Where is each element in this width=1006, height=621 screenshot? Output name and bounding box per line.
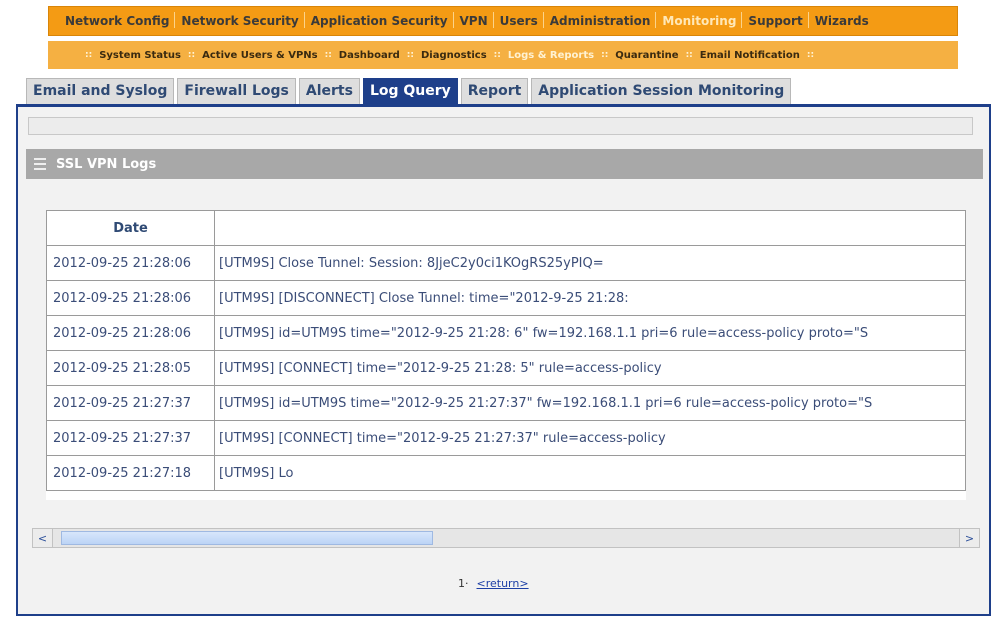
log-message-text: [UTM9S] Lo bbox=[219, 465, 294, 481]
separator-icon: :: bbox=[685, 50, 693, 60]
top-nav-users[interactable]: Users bbox=[492, 12, 544, 28]
table-row: 2012-09-25 21:28:05 [UTM9S] [CONNECT] tim… bbox=[46, 350, 966, 386]
log-message-cell: [UTM9S] id=UTM9S time="2012-9-25 21:27:3… bbox=[214, 385, 966, 421]
top-nav-administration[interactable]: Administration bbox=[542, 12, 657, 28]
scroll-left-icon[interactable]: < bbox=[33, 529, 53, 547]
log-message-text: [UTM9S] [CONNECT] time="2012-9-25 21:28:… bbox=[219, 360, 662, 376]
section-header: SSL VPN Logs bbox=[26, 149, 983, 179]
log-message-text: [UTM9S] Close Tunnel: Session: 8JjeC2y0c… bbox=[219, 255, 604, 271]
sub-nav-dashboard[interactable]: Dashboard bbox=[339, 50, 400, 61]
log-message-cell: [UTM9S] [CONNECT] time="2012-9-25 21:28:… bbox=[214, 350, 966, 386]
pager: 1· <return> bbox=[458, 577, 529, 590]
sub-nav-active-users-vpns[interactable]: Active Users & VPNs bbox=[202, 50, 317, 61]
log-table: Date 2012-09-25 21:28:06 [UTM9S] Close Tu… bbox=[46, 210, 966, 491]
tab-log-query[interactable]: Log Query bbox=[362, 78, 458, 104]
log-table-container: Date 2012-09-25 21:28:06 [UTM9S] Close Tu… bbox=[46, 210, 966, 500]
tab-email-and-syslog[interactable]: Email and Syslog bbox=[26, 78, 175, 104]
page-number: 1· bbox=[458, 577, 469, 590]
log-message-cell: [UTM9S] id=UTM9S time="2012-9-25 21:28: … bbox=[214, 315, 966, 351]
sub-nav-system-status[interactable]: System Status bbox=[99, 50, 181, 61]
horizontal-scrollbar[interactable]: < > bbox=[32, 528, 980, 548]
top-nav-wizards[interactable]: Wizards bbox=[807, 12, 875, 28]
top-nav: Network Config Network Security Applicatio… bbox=[48, 6, 958, 36]
log-message-text: [UTM9S] id=UTM9S time="2012-9-25 21:28: … bbox=[219, 325, 869, 341]
return-link[interactable]: <return> bbox=[477, 577, 529, 590]
top-nav-network-security[interactable]: Network Security bbox=[174, 12, 304, 28]
sub-nav-diagnostics[interactable]: Diagnostics bbox=[421, 50, 487, 61]
tab-alerts[interactable]: Alerts bbox=[298, 78, 360, 104]
table-row: 2012-09-25 21:28:06 [UTM9S] id=UTM9S time… bbox=[46, 315, 966, 351]
log-message-text: [UTM9S] [DISCONNECT] Close Tunnel: time=… bbox=[219, 290, 629, 306]
tab-firewall-logs[interactable]: Firewall Logs bbox=[177, 78, 296, 104]
table-row: 2012-09-25 21:27:37 [UTM9S] id=UTM9S time… bbox=[46, 385, 966, 421]
log-message-text: [UTM9S] [CONNECT] time="2012-9-25 21:27:… bbox=[219, 430, 666, 446]
section-title: SSL VPN Logs bbox=[56, 156, 157, 172]
status-bar bbox=[28, 117, 973, 135]
log-message-cell: [UTM9S] Lo bbox=[214, 455, 966, 491]
top-nav-application-security[interactable]: Application Security bbox=[303, 12, 454, 28]
main-panel: SSL VPN Logs Date 2012-09-25 21:28:06 [UT… bbox=[16, 104, 991, 616]
log-date-cell: 2012-09-25 21:27:37 bbox=[46, 420, 215, 456]
table-row: 2012-09-25 21:28:06 [UTM9S] Close Tunnel:… bbox=[46, 245, 966, 281]
sub-nav-logs-reports[interactable]: Logs & Reports bbox=[508, 50, 594, 61]
tab-bar: Email and Syslog Firewall Logs Alerts Log Q… bbox=[26, 78, 794, 104]
separator-icon: :: bbox=[806, 50, 815, 60]
sub-nav: :: System Status:: Active Users & VPNs:: Da… bbox=[48, 41, 958, 69]
scroll-right-icon[interactable]: > bbox=[959, 529, 979, 547]
top-nav-vpn[interactable]: VPN bbox=[452, 12, 494, 28]
log-message-cell: [UTM9S] Close Tunnel: Session: 8JjeC2y0c… bbox=[214, 245, 966, 281]
table-row: 2012-09-25 21:28:06 [UTM9S] [DISCONNECT] … bbox=[46, 280, 966, 316]
separator-icon: :: bbox=[187, 50, 196, 60]
separator-icon: :: bbox=[85, 50, 93, 60]
log-date-cell: 2012-09-25 21:28:05 bbox=[46, 350, 215, 386]
log-date-cell: 2012-09-25 21:27:37 bbox=[46, 385, 215, 421]
log-date-cell: 2012-09-25 21:28:06 bbox=[46, 315, 215, 351]
table-header-row: Date bbox=[46, 210, 966, 246]
sub-nav-email-notification[interactable]: Email Notification bbox=[700, 50, 800, 61]
top-nav-monitoring[interactable]: Monitoring bbox=[655, 12, 742, 28]
menu-icon bbox=[34, 158, 46, 170]
top-nav-network-config[interactable]: Network Config bbox=[59, 14, 175, 28]
log-date-cell: 2012-09-25 21:28:06 bbox=[46, 245, 215, 281]
scroll-thumb[interactable] bbox=[61, 531, 433, 545]
top-nav-support[interactable]: Support bbox=[741, 12, 808, 28]
table-row: 2012-09-25 21:27:37 [UTM9S] [CONNECT] tim… bbox=[46, 420, 966, 456]
date-column-header[interactable]: Date bbox=[46, 210, 215, 246]
sub-nav-quarantine[interactable]: Quarantine bbox=[615, 50, 678, 61]
separator-icon: :: bbox=[324, 50, 332, 60]
tab-report[interactable]: Report bbox=[460, 78, 529, 104]
log-message-text: [UTM9S] id=UTM9S time="2012-9-25 21:27:3… bbox=[219, 395, 873, 411]
log-date-cell: 2012-09-25 21:27:18 bbox=[46, 455, 215, 491]
message-column-header[interactable] bbox=[214, 210, 966, 246]
separator-icon: :: bbox=[493, 50, 501, 60]
table-row: 2012-09-25 21:27:18 [UTM9S] Lo bbox=[46, 455, 966, 491]
separator-icon: :: bbox=[601, 50, 609, 60]
log-date-cell: 2012-09-25 21:28:06 bbox=[46, 280, 215, 316]
log-message-cell: [UTM9S] [CONNECT] time="2012-9-25 21:27:… bbox=[214, 420, 966, 456]
log-message-cell: [UTM9S] [DISCONNECT] Close Tunnel: time=… bbox=[214, 280, 966, 316]
separator-icon: :: bbox=[406, 50, 414, 60]
tab-application-session-monitoring[interactable]: Application Session Monitoring bbox=[531, 78, 792, 104]
